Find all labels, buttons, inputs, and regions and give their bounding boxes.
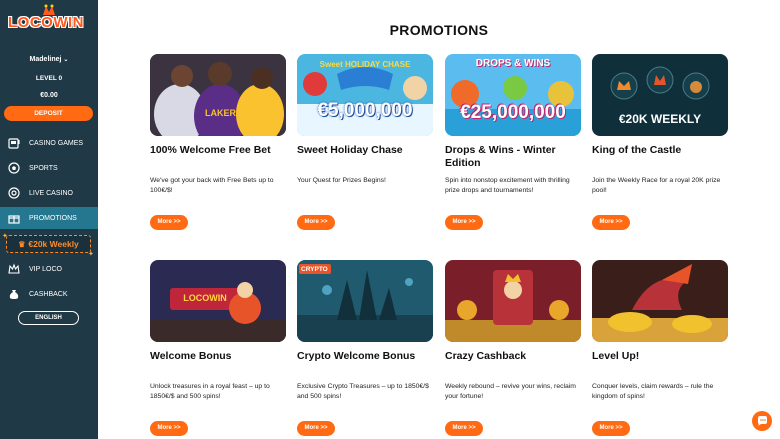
- vip-crown-icon: [8, 263, 20, 275]
- banner-title: DROPS & WINS: [475, 58, 551, 69]
- chevron-down-icon: ⌄: [63, 57, 69, 63]
- nav-label: CASINO GAMES: [29, 139, 84, 147]
- nav-item-casino-games[interactable]: CASINO GAMES: [0, 132, 98, 154]
- nav-item-live-casino[interactable]: LIVE CASINO: [0, 182, 98, 204]
- promo-card: DROPS & WINS €25,000,000 Drops & Wins - …: [445, 54, 581, 230]
- nav-label: SPORTS: [29, 164, 58, 172]
- logo-part-loco: LOCO: [8, 14, 54, 31]
- jester-hat-icon: [43, 4, 55, 15]
- promo-title: Drops & Wins - Winter Edition: [445, 144, 556, 169]
- promo-banner-image[interactable]: [592, 260, 728, 342]
- nav-item-vip-loco[interactable]: VIP LOCO: [0, 258, 98, 280]
- live-chat-button[interactable]: [752, 411, 772, 431]
- more-button[interactable]: More >>: [150, 421, 188, 436]
- deposit-button[interactable]: DEPOSIT: [4, 106, 93, 121]
- nav-item-cashback[interactable]: CASHBACK: [0, 283, 98, 305]
- soccer-ball-icon: [8, 162, 20, 174]
- promo-card: CRYPTO Crypto Welcome Bonus Exclusive Cr…: [297, 260, 433, 436]
- promo-banner-image[interactable]: €20K WEEKLY: [592, 54, 728, 136]
- nav-label: PROMOTIONS: [29, 214, 77, 222]
- username: Madelinej: [29, 56, 62, 63]
- promo-banner-image[interactable]: DROPS & WINS €25,000,000: [445, 54, 581, 136]
- banner-title: LOCOWIN: [183, 293, 227, 303]
- promo-description: Unlock treasures in a royal feast – up t…: [150, 383, 270, 400]
- promo-description: We've got your back with Free Bets up to…: [150, 177, 274, 194]
- chip-icon: [8, 187, 20, 199]
- nav-item-promotions[interactable]: PROMOTIONS: [0, 207, 98, 229]
- promo-card: €20K WEEKLY King of the Castle Join the …: [592, 54, 728, 230]
- language-label: ENGLISH: [35, 315, 62, 321]
- logo-part-win: WIN: [53, 14, 85, 31]
- promo-description: Weekly rebound – revive your wins, recla…: [445, 383, 576, 400]
- promo-card: Sweet HOLIDAY CHASE €5,000,000 Sweet Hol…: [297, 54, 433, 230]
- username-dropdown[interactable]: Madelinej ⌄: [0, 56, 98, 63]
- nav-item-sports[interactable]: SPORTS: [0, 157, 98, 179]
- promo-card: LAKERS 100% Welcome Free Bet We've got y…: [150, 54, 286, 230]
- promo-description: Spin into nonstop excitement with thrill…: [445, 177, 570, 194]
- promo-banner-image[interactable]: LAKERS: [150, 54, 286, 136]
- user-balance: €0.00: [40, 92, 58, 99]
- promo-description: Your Quest for Prizes Begins!: [297, 177, 386, 184]
- more-button[interactable]: More >>: [297, 215, 335, 230]
- more-button[interactable]: More >>: [297, 421, 335, 436]
- locowin-logo[interactable]: LOCOWIN: [8, 4, 92, 40]
- banner-badge: CRYPTO: [301, 266, 328, 273]
- gift-icon: [8, 212, 20, 224]
- promo-description: Conquer levels, claim rewards – rule the…: [592, 383, 714, 400]
- more-button[interactable]: More >>: [592, 421, 630, 436]
- nav-label: LIVE CASINO: [29, 189, 73, 197]
- slot-machine-icon: [8, 137, 20, 149]
- banner-amount: €25,000,000: [460, 102, 566, 123]
- nav-label: CASHBACK: [29, 290, 68, 298]
- language-selector[interactable]: ENGLISH: [18, 311, 79, 325]
- more-button[interactable]: More >>: [592, 215, 630, 230]
- promo-title: Crazy Cashback: [445, 350, 527, 362]
- banner-amount: €5,000,000: [317, 100, 413, 121]
- promo-card: LOCOWIN Welcome Bonus Unlock treasures i…: [150, 260, 286, 436]
- chat-bubble-icon: [758, 416, 767, 426]
- promo-banner-image[interactable]: [445, 260, 581, 342]
- user-level: LEVEL 0: [35, 75, 63, 82]
- more-button[interactable]: More >>: [445, 215, 483, 230]
- money-bag-icon: [8, 288, 20, 300]
- promo-title: 100% Welcome Free Bet: [150, 144, 271, 156]
- promo-banner-image[interactable]: CRYPTO: [297, 260, 433, 342]
- nav-label: VIP LOCO: [29, 265, 62, 273]
- promo-title: Welcome Bonus: [150, 350, 232, 362]
- more-button[interactable]: More >>: [445, 421, 483, 436]
- sidebar: LOCOWIN Madelinej ⌄ LEVEL 0 €0.00 DEPOSI…: [0, 0, 98, 439]
- promo-banner-image[interactable]: Sweet HOLIDAY CHASE €5,000,000: [297, 54, 433, 136]
- banner-title: Sweet HOLIDAY CHASE: [319, 60, 411, 69]
- promo-card: Crazy Cashback Weekly rebound – revive y…: [445, 260, 581, 436]
- weekly-race-button[interactable]: ♛ €20k Weekly: [6, 235, 91, 253]
- promo-title: King of the Castle: [592, 144, 682, 156]
- page-title: PROMOTIONS: [389, 22, 489, 38]
- promo-title: Level Up!: [592, 350, 640, 362]
- promo-card: Level Up! Conquer levels, claim rewards …: [592, 260, 728, 436]
- promo-banner-image[interactable]: LOCOWIN: [150, 260, 286, 342]
- promo-description: Join the Weekly Race for a royal 20K pri…: [592, 177, 721, 194]
- more-button[interactable]: More >>: [150, 215, 188, 230]
- promo-description: Exclusive Crypto Treasures – up to 1850€…: [297, 383, 429, 400]
- promo-title: Crypto Welcome Bonus: [297, 350, 416, 362]
- promo-title: Sweet Holiday Chase: [297, 144, 403, 156]
- weekly-race-label: €20k Weekly: [28, 239, 79, 249]
- banner-amount: €20K WEEKLY: [618, 112, 702, 126]
- crown-icon: ♛: [18, 239, 26, 249]
